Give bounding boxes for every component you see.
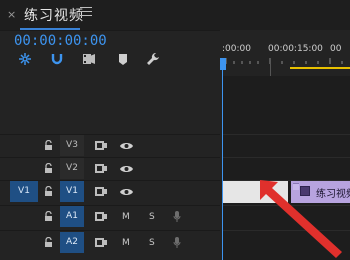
- track-row-a2: [0, 230, 220, 254]
- nest-sequence-icon[interactable]: [18, 52, 32, 66]
- track-row-v3: [0, 134, 220, 158]
- mute-button[interactable]: M: [122, 212, 130, 222]
- track-row-a1: [0, 205, 220, 229]
- eye-icon[interactable]: [120, 187, 133, 197]
- close-tab-icon[interactable]: ×: [7, 8, 16, 21]
- active-tab-indicator: [20, 28, 80, 30]
- toggle-sync-lock-icon[interactable]: [95, 237, 107, 248]
- ruler-label: 00: [330, 44, 342, 54]
- sequence-tab-title[interactable]: 练习视频: [24, 5, 84, 25]
- lock-icon[interactable]: [44, 163, 53, 173]
- microphone-icon[interactable]: [173, 237, 181, 249]
- lock-icon[interactable]: [44, 186, 53, 196]
- mute-button[interactable]: M: [122, 238, 130, 248]
- annotation-arrow-icon: [260, 180, 342, 258]
- playhead-timecode[interactable]: 00:00:00:00: [14, 33, 107, 49]
- eye-icon[interactable]: [120, 141, 133, 151]
- timeline-settings-wrench-icon[interactable]: [146, 52, 160, 66]
- lock-icon[interactable]: [44, 237, 53, 247]
- ruler-ticks: [225, 58, 343, 64]
- toggle-sync-lock-icon[interactable]: [95, 186, 107, 197]
- toggle-sync-lock-icon[interactable]: [95, 140, 107, 151]
- ruler-hover-line: [270, 58, 271, 78]
- track-target-v3[interactable]: V3: [60, 135, 84, 156]
- track-lane-v3[interactable]: [223, 134, 350, 158]
- track-row-v2: [0, 157, 220, 181]
- lock-icon[interactable]: [44, 211, 53, 221]
- toggle-sync-lock-icon[interactable]: [95, 163, 107, 174]
- ruler-label: :00:00: [222, 44, 251, 54]
- panel-menu-icon[interactable]: [80, 7, 92, 17]
- solo-button[interactable]: S: [149, 238, 155, 248]
- add-marker-icon[interactable]: [116, 52, 130, 66]
- ruler-label: 00:00:15:00: [268, 44, 323, 54]
- track-target-a1[interactable]: A1: [60, 206, 84, 227]
- work-area-bar[interactable]: [290, 67, 350, 69]
- track-target-v2[interactable]: V2: [60, 158, 84, 179]
- lock-icon[interactable]: [44, 140, 53, 150]
- snap-magnet-icon[interactable]: [50, 52, 64, 66]
- eye-icon[interactable]: [120, 164, 133, 174]
- track-target-a2[interactable]: A2: [60, 232, 84, 253]
- toggle-sync-lock-icon[interactable]: [95, 211, 107, 222]
- linked-selection-icon[interactable]: [82, 52, 96, 66]
- microphone-icon[interactable]: [173, 211, 181, 223]
- source-patch-v1[interactable]: V1: [10, 181, 38, 202]
- solo-button[interactable]: S: [149, 212, 155, 222]
- playhead-handle[interactable]: [220, 58, 226, 70]
- playhead-line[interactable]: [222, 58, 223, 260]
- track-target-v1[interactable]: V1: [60, 181, 84, 202]
